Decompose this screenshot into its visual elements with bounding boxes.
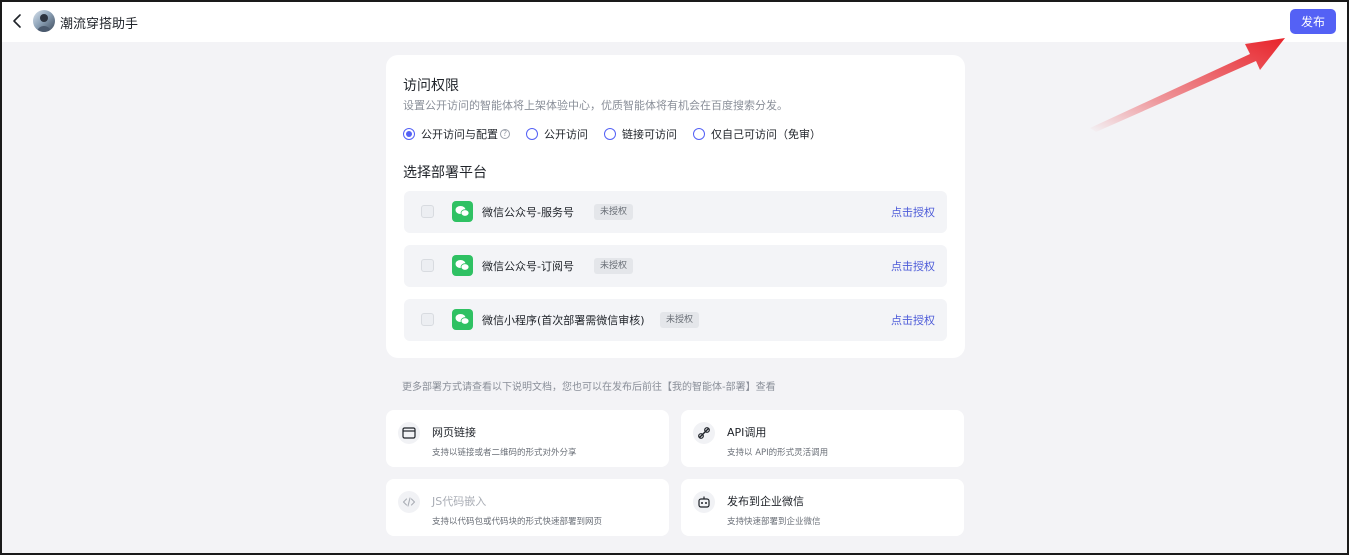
radio-label: 公开访问与配置	[421, 128, 498, 141]
platform-row-subscription-account: 微信公众号-订阅号 未授权 点击授权	[404, 245, 947, 287]
method-card-js-embed[interactable]: JS代码嵌入 支持以代码包或代码块的形式快速部署到网页	[386, 479, 669, 536]
app-window: 潮流穿搭助手 发布 访问权限 设置公开访问的智能体将上架体验中心，优质智能体将有…	[0, 0, 1349, 555]
platform-name: 微信公众号-服务号	[482, 206, 574, 219]
radio-unchecked-icon[interactable]	[693, 128, 705, 140]
access-radio-group: 公开访问与配置 ? 公开访问 链接可访问 仅自己可访问（免审）	[403, 126, 837, 142]
method-description: 支持以链接或者二维码的形式对外分享	[432, 448, 577, 458]
radio-unchecked-icon[interactable]	[604, 128, 616, 140]
platform-name: 微信小程序(首次部署需微信审核)	[482, 314, 645, 327]
access-title: 访问权限	[403, 78, 459, 94]
code-icon	[398, 491, 420, 513]
publish-button[interactable]: 发布	[1290, 9, 1336, 34]
unauthorized-badge: 未授权	[660, 312, 700, 328]
method-card-api[interactable]: API调用 支持以 API的形式灵活调用	[681, 410, 964, 467]
authorize-link[interactable]: 点击授权	[891, 312, 935, 328]
radio-link-access[interactable]: 链接可访问	[604, 126, 677, 142]
api-icon	[693, 422, 715, 444]
platform-checkbox[interactable]	[421, 205, 434, 218]
method-description: 支持以 API的形式灵活调用	[727, 448, 829, 458]
robot-icon	[693, 491, 715, 513]
unauthorized-badge: 未授权	[594, 258, 634, 274]
wechat-icon	[452, 309, 473, 330]
platforms-title: 选择部署平台	[403, 165, 487, 181]
back-arrow-icon[interactable]	[10, 13, 26, 29]
platform-checkbox[interactable]	[421, 313, 434, 326]
method-description: 支持以代码包或代码块的形式快速部署到网页	[432, 517, 603, 527]
method-title: 网页链接	[432, 426, 476, 439]
method-card-wecom[interactable]: 发布到企业微信 支持快速部署到企业微信	[681, 479, 964, 536]
method-description: 支持快速部署到企业微信	[727, 517, 821, 527]
method-title: 发布到企业微信	[727, 495, 804, 508]
radio-checked-icon[interactable]	[403, 128, 415, 140]
platform-checkbox[interactable]	[421, 259, 434, 272]
radio-private[interactable]: 仅自己可访问（免审）	[693, 126, 821, 142]
platform-row-service-account: 微信公众号-服务号 未授权 点击授权	[404, 191, 947, 233]
radio-label: 公开访问	[544, 128, 588, 141]
method-title: JS代码嵌入	[432, 495, 487, 508]
authorize-link[interactable]: 点击授权	[891, 258, 935, 274]
webpage-icon	[398, 422, 420, 444]
red-pointer-arrow-icon	[1090, 38, 1285, 132]
radio-public[interactable]: 公开访问	[526, 126, 588, 142]
access-description: 设置公开访问的智能体将上架体验中心，优质智能体将有机会在百度搜索分发。	[403, 99, 788, 112]
radio-label: 仅自己可访问（免审）	[711, 128, 821, 141]
method-card-webpage[interactable]: 网页链接 支持以链接或者二维码的形式对外分享	[386, 410, 669, 467]
method-title: API调用	[727, 426, 767, 439]
help-icon[interactable]: ?	[500, 129, 510, 139]
agent-title: 潮流穿搭助手	[60, 17, 139, 32]
authorize-link[interactable]: 点击授权	[891, 204, 935, 220]
unauthorized-badge: 未授权	[594, 204, 634, 220]
deploy-settings-card: 访问权限 设置公开访问的智能体将上架体验中心，优质智能体将有机会在百度搜索分发。…	[386, 55, 965, 358]
radio-label: 链接可访问	[622, 128, 677, 141]
wechat-icon	[452, 255, 473, 276]
platform-row-mini-program: 微信小程序(首次部署需微信审核) 未授权 点击授权	[404, 299, 947, 341]
avatar-figure-icon	[37, 14, 51, 32]
radio-unchecked-icon[interactable]	[526, 128, 538, 140]
platform-name: 微信公众号-订阅号	[482, 260, 574, 273]
radio-public-config[interactable]: 公开访问与配置 ?	[403, 126, 510, 142]
wechat-icon	[452, 201, 473, 222]
top-bar: 潮流穿搭助手 发布	[2, 2, 1347, 42]
more-deploy-note: 更多部署方式请查看以下说明文档，您也可以在发布后前往【我的智能体-部署】查看	[402, 382, 776, 393]
agent-avatar	[33, 10, 55, 32]
